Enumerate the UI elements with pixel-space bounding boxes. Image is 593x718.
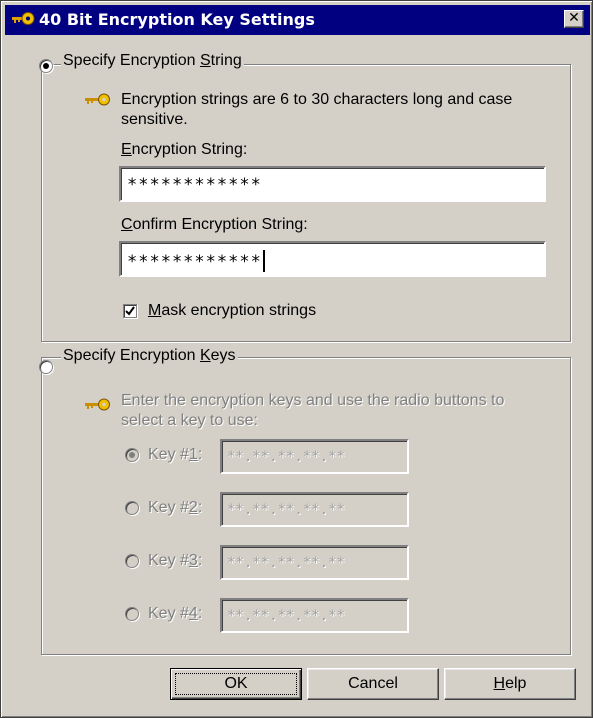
- encryption-string-field[interactable]: ************: [119, 166, 546, 202]
- radio-key-3[interactable]: [125, 554, 139, 568]
- radio-dot: [129, 452, 135, 458]
- radio-specify-keys[interactable]: [39, 360, 53, 374]
- dialog-window: 40 Bit Encryption Key Settings ✕ Specify…: [0, 0, 593, 718]
- keys-info-text: Enter the encryption keys and use the ra…: [121, 392, 505, 429]
- mask-strings-checkbox[interactable]: [123, 304, 137, 318]
- title-bar[interactable]: 40 Bit Encryption Key Settings ✕: [5, 5, 590, 35]
- mask-strings-label[interactable]: Mask encryption strings: [148, 302, 316, 320]
- key-1-label: Key #1:: [148, 446, 203, 463]
- key-icon: [85, 398, 110, 411]
- checkmark-icon: [125, 306, 135, 316]
- key-4-field[interactable]: **.**.**.**.**: [220, 598, 409, 633]
- confirm-string-value: ************: [127, 252, 262, 272]
- key-2-field[interactable]: **.**.**.**.**: [220, 492, 409, 527]
- close-button[interactable]: ✕: [564, 10, 584, 28]
- key-4-label: Key #4:: [148, 605, 203, 622]
- key-3-field[interactable]: **.**.**.**.**: [220, 545, 409, 580]
- window-title: 40 Bit Encryption Key Settings: [39, 10, 315, 29]
- key-3-label: Key #3:: [148, 552, 203, 569]
- radio-key-2[interactable]: [125, 501, 139, 515]
- confirm-string-field[interactable]: ************: [119, 241, 546, 277]
- focus-rect: [175, 673, 297, 695]
- key-1-field[interactable]: **.**.**.**.**: [220, 439, 409, 474]
- text-caret: [262, 250, 265, 272]
- encryption-string-legend: Specify Encryption String: [61, 52, 244, 70]
- encryption-string-label: Encryption String:: [121, 141, 248, 158]
- radio-key-4[interactable]: [125, 607, 139, 621]
- radio-specify-string[interactable]: [39, 59, 53, 73]
- key-2-label: Key #2:: [148, 499, 203, 516]
- key-icon: [12, 12, 35, 25]
- key-icon: [85, 93, 110, 106]
- ok-button[interactable]: OK: [170, 668, 302, 700]
- confirm-string-label: Confirm Encryption String:: [121, 216, 308, 233]
- radio-dot: [43, 63, 49, 69]
- cancel-button[interactable]: Cancel: [307, 668, 439, 700]
- string-info-text: Encryption strings are 6 to 30 character…: [121, 91, 513, 128]
- help-button[interactable]: Help: [444, 668, 576, 700]
- radio-key-1[interactable]: [125, 448, 139, 462]
- encryption-keys-legend: Specify Encryption Keys: [61, 347, 238, 365]
